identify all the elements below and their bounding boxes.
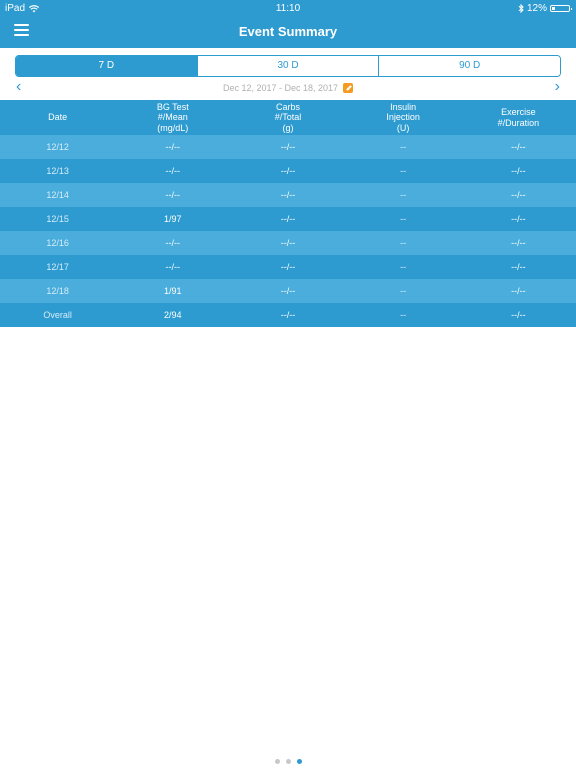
cell-date: 12/15 <box>0 207 116 231</box>
status-time: 11:10 <box>275 3 301 14</box>
page-dot-active[interactable] <box>296 759 302 764</box>
segment-7d[interactable]: 7 D <box>16 56 197 76</box>
date-range-text: Dec 12, 2017 - Dec 18, 2017 <box>222 83 339 93</box>
battery-percent: 12% <box>526 3 547 14</box>
cell-insulin: -- <box>345 159 461 183</box>
date-range-row: ‹ Dec 12, 2017 - Dec 18, 2017 › <box>0 79 576 96</box>
cell-exercise: --/-- <box>460 207 576 231</box>
cell-carbs: --/-- <box>230 159 346 183</box>
cell-bg-test: 1/91 <box>115 279 231 303</box>
cell-insulin: -- <box>345 255 461 279</box>
cell-exercise: --/-- <box>460 183 576 207</box>
segment-30d[interactable]: 30 D <box>196 56 379 76</box>
column-header-insulin: Insulin Injection (U) <box>345 100 461 135</box>
edit-icon[interactable] <box>343 83 354 93</box>
cell-carbs: --/-- <box>230 279 346 303</box>
table-row-overall: Overall 2/94 --/-- -- --/-- <box>0 303 576 327</box>
cell-insulin: -- <box>345 135 461 159</box>
table-row: 12/15 1/97 --/-- -- --/-- <box>0 207 576 231</box>
header-bar: iPad 11:10 12% Event Summary <box>0 0 576 48</box>
header-line: BG Test <box>156 101 189 112</box>
header-line: #/Mean <box>157 112 188 123</box>
cell-exercise: --/-- <box>460 303 576 327</box>
table-header-row: Date BG Test #/Mean (mg/dL) Carbs #/Tota… <box>0 100 576 135</box>
cell-carbs: --/-- <box>230 303 346 327</box>
table-row: 12/13 --/-- --/-- -- --/-- <box>0 159 576 183</box>
segment-90d[interactable]: 90 D <box>378 56 560 76</box>
page-indicator <box>0 751 576 769</box>
cell-exercise: --/-- <box>460 279 576 303</box>
cell-carbs: --/-- <box>230 135 346 159</box>
cell-date: Overall <box>0 303 116 327</box>
cell-exercise: --/-- <box>460 255 576 279</box>
cell-insulin: -- <box>345 231 461 255</box>
status-right: 12% <box>518 3 572 14</box>
summary-table: Date BG Test #/Mean (mg/dL) Carbs #/Tota… <box>0 100 576 327</box>
header-line: Injection <box>386 112 420 123</box>
cell-carbs: --/-- <box>230 255 346 279</box>
header-line: (U) <box>396 122 410 133</box>
page-title: Event Summary <box>238 24 338 39</box>
cell-date: 12/13 <box>0 159 116 183</box>
date-range-label: Dec 12, 2017 - Dec 18, 2017 <box>0 83 576 93</box>
header-line: Carbs <box>275 101 300 112</box>
cell-date: 12/12 <box>0 135 116 159</box>
cell-bg-test: --/-- <box>115 255 231 279</box>
table-row: 12/18 1/91 --/-- -- --/-- <box>0 279 576 303</box>
cell-insulin: -- <box>345 279 461 303</box>
cell-bg-test: --/-- <box>115 159 231 183</box>
cell-date: 12/18 <box>0 279 116 303</box>
cell-insulin: -- <box>345 303 461 327</box>
header-line: (g) <box>282 122 294 133</box>
header-line: Date <box>48 112 68 123</box>
cell-date: 12/14 <box>0 183 116 207</box>
cell-bg-test: --/-- <box>115 183 231 207</box>
cell-date: 12/17 <box>0 255 116 279</box>
column-header-date: Date <box>0 100 116 135</box>
cell-insulin: -- <box>345 207 461 231</box>
cell-exercise: --/-- <box>460 135 576 159</box>
table-row: 12/16 --/-- --/-- -- --/-- <box>0 231 576 255</box>
page-dot[interactable] <box>285 759 291 764</box>
cell-carbs: --/-- <box>230 207 346 231</box>
header-line: (mg/dL) <box>157 122 189 133</box>
column-header-bg-test: BG Test #/Mean (mg/dL) <box>115 100 231 135</box>
column-header-carbs: Carbs #/Total (g) <box>230 100 346 135</box>
header-line: Exercise <box>501 107 536 117</box>
cell-bg-test: --/-- <box>115 231 231 255</box>
page-dot[interactable] <box>274 759 280 764</box>
header-line: #/Duration <box>497 117 540 128</box>
cell-date: 12/16 <box>0 231 116 255</box>
cell-carbs: --/-- <box>230 183 346 207</box>
column-header-exercise: Exercise #/Duration <box>460 100 576 135</box>
table-row: 12/12 --/-- --/-- -- --/-- <box>0 135 576 159</box>
cell-bg-test: 2/94 <box>115 303 231 327</box>
header-line: Insulin <box>390 101 417 112</box>
cell-bg-test: 1/97 <box>115 207 231 231</box>
header-line: #/Total <box>274 112 302 123</box>
cell-exercise: --/-- <box>460 231 576 255</box>
status-bar: iPad 11:10 12% <box>0 0 576 16</box>
cell-bg-test: --/-- <box>115 135 231 159</box>
table-row: 12/14 --/-- --/-- -- --/-- <box>0 183 576 207</box>
chevron-right-icon[interactable]: › <box>555 79 560 95</box>
cell-carbs: --/-- <box>230 231 346 255</box>
battery-icon <box>550 5 572 12</box>
period-segmented-control: 7 D 30 D 90 D <box>15 55 561 77</box>
cell-insulin: -- <box>345 183 461 207</box>
cell-exercise: --/-- <box>460 159 576 183</box>
table-row: 12/17 --/-- --/-- -- --/-- <box>0 255 576 279</box>
bluetooth-icon <box>518 4 524 13</box>
